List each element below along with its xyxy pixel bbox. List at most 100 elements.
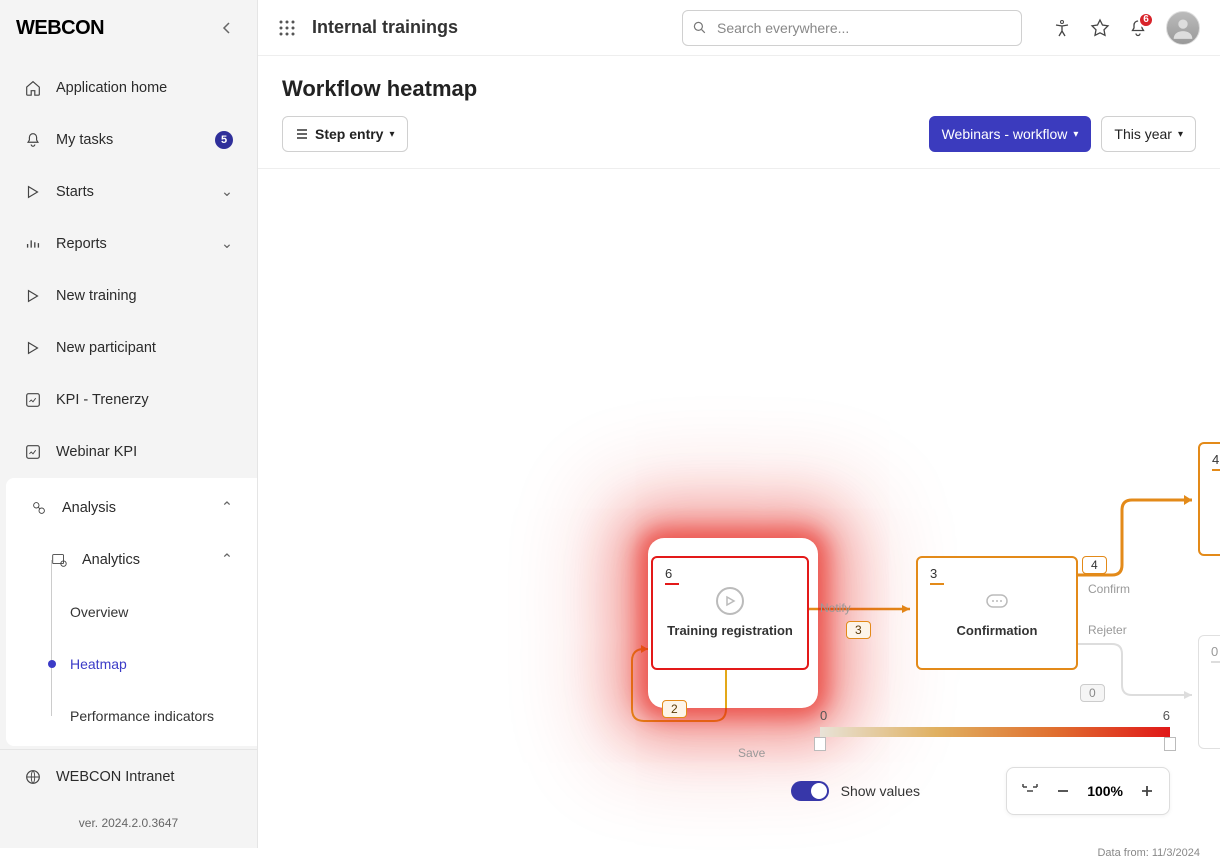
sidebar-item-analytics[interactable]: Analytics ⌃ — [6, 534, 257, 586]
chevron-up-icon: ⌃ — [221, 552, 233, 568]
step-entry-dropdown[interactable]: Step entry ▾ — [282, 116, 408, 152]
sidebar-item-my-tasks[interactable]: My tasks 5 — [0, 114, 257, 166]
path-badge-save: 2 — [662, 700, 687, 718]
node-count: 3 — [930, 566, 944, 585]
app-title: Internal trainings — [312, 17, 458, 38]
sidebar-label: Analysis — [62, 500, 116, 516]
sidebar-label: KPI - Trenerzy — [56, 392, 149, 408]
show-values-toggle[interactable] — [791, 781, 829, 801]
sidebar-item-kpi-trenerzy[interactable]: KPI - Trenerzy — [0, 374, 257, 426]
sidebar: WEBCON Application home My tasks 5 Start… — [0, 0, 258, 848]
fit-to-screen-button[interactable] — [1021, 782, 1039, 800]
path-label-confirm: Confirm — [1088, 582, 1130, 596]
legend-gradient — [820, 727, 1170, 737]
accessibility-icon — [1052, 18, 1072, 38]
intermediate-step-icon — [983, 587, 1011, 615]
search-icon — [692, 20, 708, 36]
dashboard-icon — [24, 391, 42, 409]
sidebar-item-new-training[interactable]: New training — [0, 270, 257, 322]
accessibility-button[interactable] — [1052, 18, 1072, 38]
show-values-toggle-row: Show values — [791, 781, 920, 801]
search-input[interactable] — [682, 10, 1022, 46]
analysis-group: Analysis ⌃ Analytics ⌃ Overview Heatmap … — [6, 478, 257, 746]
notifications-button[interactable]: 6 — [1128, 18, 1148, 38]
node-count: 4 — [1212, 452, 1220, 471]
bell-icon — [24, 131, 42, 149]
node-training-cancelled[interactable]: 0 ! Training cancelled — [1198, 635, 1220, 749]
legend-handle-min[interactable] — [814, 737, 826, 751]
node-confirmation[interactable]: 3 Confirmation — [916, 556, 1078, 670]
heatmap-canvas[interactable]: 6 Training registration 3 Confirmation 4… — [258, 169, 1220, 865]
sidebar-label: New training — [56, 288, 137, 304]
avatar-icon — [1169, 14, 1197, 42]
collapse-sidebar-button[interactable] — [213, 14, 241, 42]
sidebar-item-analysis[interactable]: Analysis ⌃ — [6, 482, 257, 534]
zoom-out-button[interactable] — [1055, 783, 1071, 799]
start-step-icon — [716, 587, 744, 615]
analysis-icon — [30, 499, 48, 517]
node-label: Confirmation — [957, 623, 1038, 640]
sidebar-item-heatmap[interactable]: Heatmap — [6, 638, 257, 690]
data-from-label: Data from: 11/3/2024 — [1097, 847, 1200, 859]
step-entry-label: Step entry — [315, 126, 383, 142]
workflow-dropdown[interactable]: Webinars - workflow ▾ — [929, 116, 1092, 152]
sidebar-item-reports[interactable]: Reports ⌄ — [0, 218, 257, 270]
period-dropdown[interactable]: This year ▾ — [1101, 116, 1196, 152]
notification-badge: 6 — [1138, 12, 1154, 28]
path-label-rejeter: Rejeter — [1088, 623, 1127, 637]
favorites-button[interactable] — [1090, 18, 1110, 38]
path-badge-rejeter: 0 — [1080, 684, 1105, 702]
path-label-notify: Notify — [820, 601, 851, 615]
legend-max: 6 — [1163, 708, 1170, 723]
globe-icon — [24, 768, 42, 786]
page-header: Workflow heatmap Step entry ▾ Webinars -… — [258, 56, 1220, 169]
legend-handle-max[interactable] — [1164, 737, 1176, 751]
chevron-down-icon: ⌄ — [221, 236, 233, 252]
sidebar-item-intranet[interactable]: WEBCON Intranet — [0, 750, 257, 804]
node-count: 6 — [665, 566, 679, 585]
zoom-controls: 100% — [1006, 767, 1170, 815]
play-outline-icon — [24, 287, 42, 305]
sidebar-label: Analytics — [82, 552, 140, 568]
zoom-in-button[interactable] — [1139, 783, 1155, 799]
sidebar-label: My tasks — [56, 132, 113, 148]
workflow-label: Webinars - workflow — [942, 126, 1068, 142]
play-icon — [24, 183, 42, 201]
sidebar-item-performance-indicators[interactable]: Performance indicators — [6, 690, 257, 742]
legend-min: 0 — [820, 708, 827, 723]
sidebar-item-new-participant[interactable]: New participant — [0, 322, 257, 374]
show-values-label: Show values — [841, 783, 920, 799]
logo: WEBCON — [16, 17, 104, 40]
version-label: ver. 2024.2.0.3647 — [0, 804, 257, 848]
sidebar-item-webinar-kpi[interactable]: Webinar KPI — [0, 426, 257, 478]
dashboard-icon — [24, 443, 42, 461]
sidebar-label: Webinar KPI — [56, 444, 137, 460]
topbar: Internal trainings 6 — [258, 0, 1220, 56]
sidebar-label: New participant — [56, 340, 156, 356]
sidebar-label: Starts — [56, 184, 94, 200]
node-training-registration[interactable]: 6 Training registration — [651, 556, 809, 670]
path-label-save: Save — [738, 746, 765, 760]
user-avatar[interactable] — [1166, 11, 1200, 45]
sidebar-item-application-home[interactable]: Application home — [0, 62, 257, 114]
search-container — [682, 10, 1022, 46]
sidebar-label: Reports — [56, 236, 107, 252]
star-icon — [1090, 18, 1110, 38]
period-label: This year — [1114, 126, 1172, 142]
waffle-icon[interactable] — [278, 19, 296, 37]
chevron-left-icon — [220, 21, 234, 35]
my-tasks-badge: 5 — [215, 131, 233, 149]
home-icon — [24, 79, 42, 97]
heat-legend: 0 6 — [820, 708, 1170, 737]
path-badge-notify: 3 — [846, 621, 871, 639]
chevron-down-icon: ⌄ — [221, 184, 233, 200]
sidebar-item-starts[interactable]: Starts ⌄ — [0, 166, 257, 218]
path-badge-confirm: 4 — [1082, 556, 1107, 574]
play-outline-icon — [24, 339, 42, 357]
analytics-icon — [50, 551, 68, 569]
sidebar-item-overview[interactable]: Overview — [6, 586, 257, 638]
list-icon — [295, 127, 309, 141]
node-count: 0 — [1211, 644, 1220, 663]
node-participant-registered[interactable]: 4 Participant registered — [1198, 442, 1220, 556]
sidebar-label: Application home — [56, 80, 167, 96]
